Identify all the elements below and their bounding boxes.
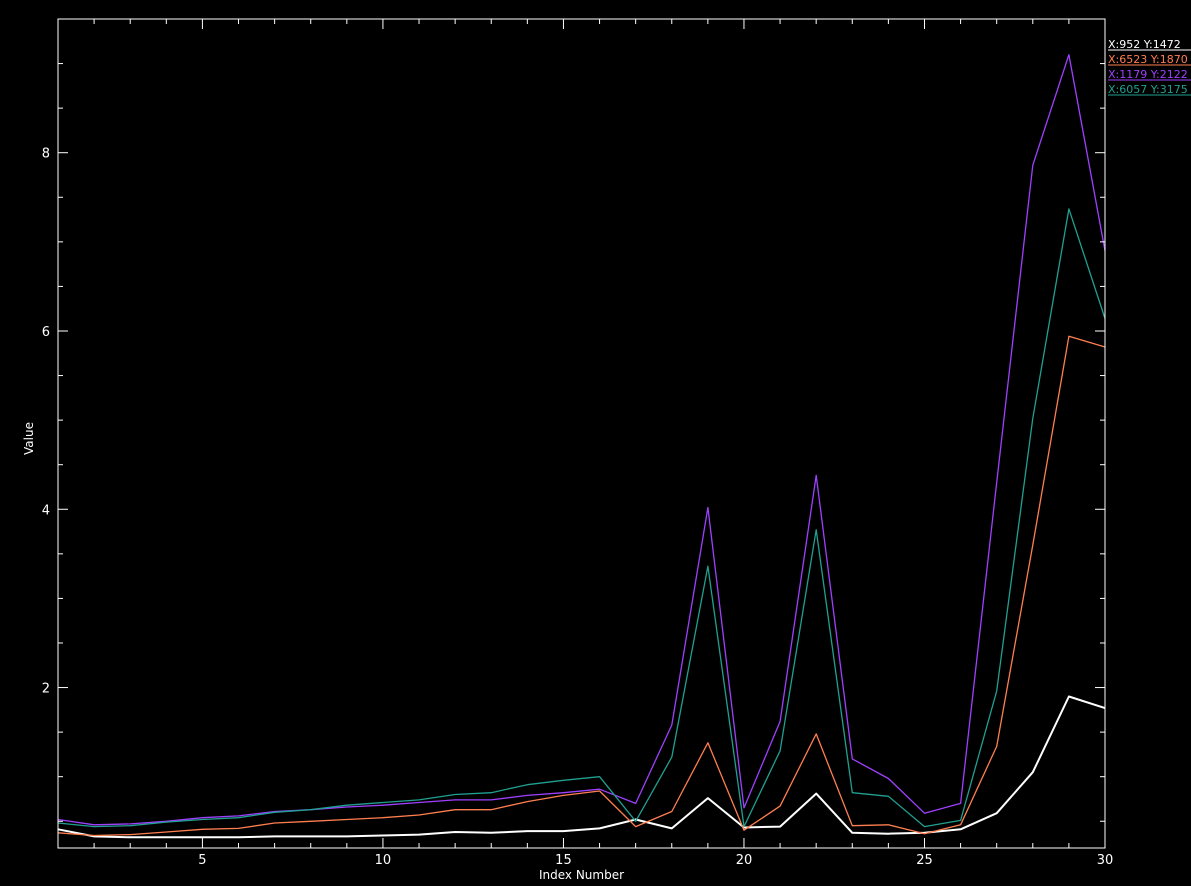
- axis-ticks: [57, 18, 1106, 848]
- x-tick-label: 15: [555, 853, 572, 868]
- series-line-1: [57, 695, 1106, 839]
- legend-entry-1: X:952 Y:1472: [1108, 38, 1181, 51]
- legend: X:952 Y:1472 X:6523 Y:1870 X:1179 Y:2122 X:…: [1108, 38, 1191, 96]
- x-tick-label: 30: [1097, 853, 1114, 868]
- x-axis-title: Index Number: [539, 868, 624, 882]
- x-tick-label: 5: [198, 853, 206, 868]
- legend-entry-2: X:6523 Y:1870: [1108, 53, 1188, 66]
- x-tick-label: 10: [375, 853, 392, 868]
- legend-entry-3: X:1179 Y:2122: [1108, 68, 1188, 81]
- y-tick-label: 8: [42, 147, 50, 162]
- x-tick-label: 20: [736, 853, 753, 868]
- series-line-2: [57, 335, 1106, 837]
- plot-frame: [57, 18, 1106, 849]
- y-tick-label: 6: [42, 325, 50, 340]
- y-tick-label: 2: [42, 682, 50, 697]
- series-line-3: [57, 54, 1106, 826]
- legend-entry-4: X:6057 Y:3175: [1108, 83, 1188, 96]
- series-line-4: [57, 208, 1106, 828]
- line-chart: 5 10 15 20 25 30 2 4 6 8 Index Number Value X:952…: [22, 18, 1191, 882]
- y-tick-label: 4: [42, 503, 50, 518]
- y-axis-title: Value: [22, 422, 36, 455]
- axis-tick-labels: 5 10 15 20 25 30 2 4 6 8: [42, 147, 1114, 868]
- x-tick-label: 25: [916, 853, 933, 868]
- plot-lines: [57, 54, 1106, 839]
